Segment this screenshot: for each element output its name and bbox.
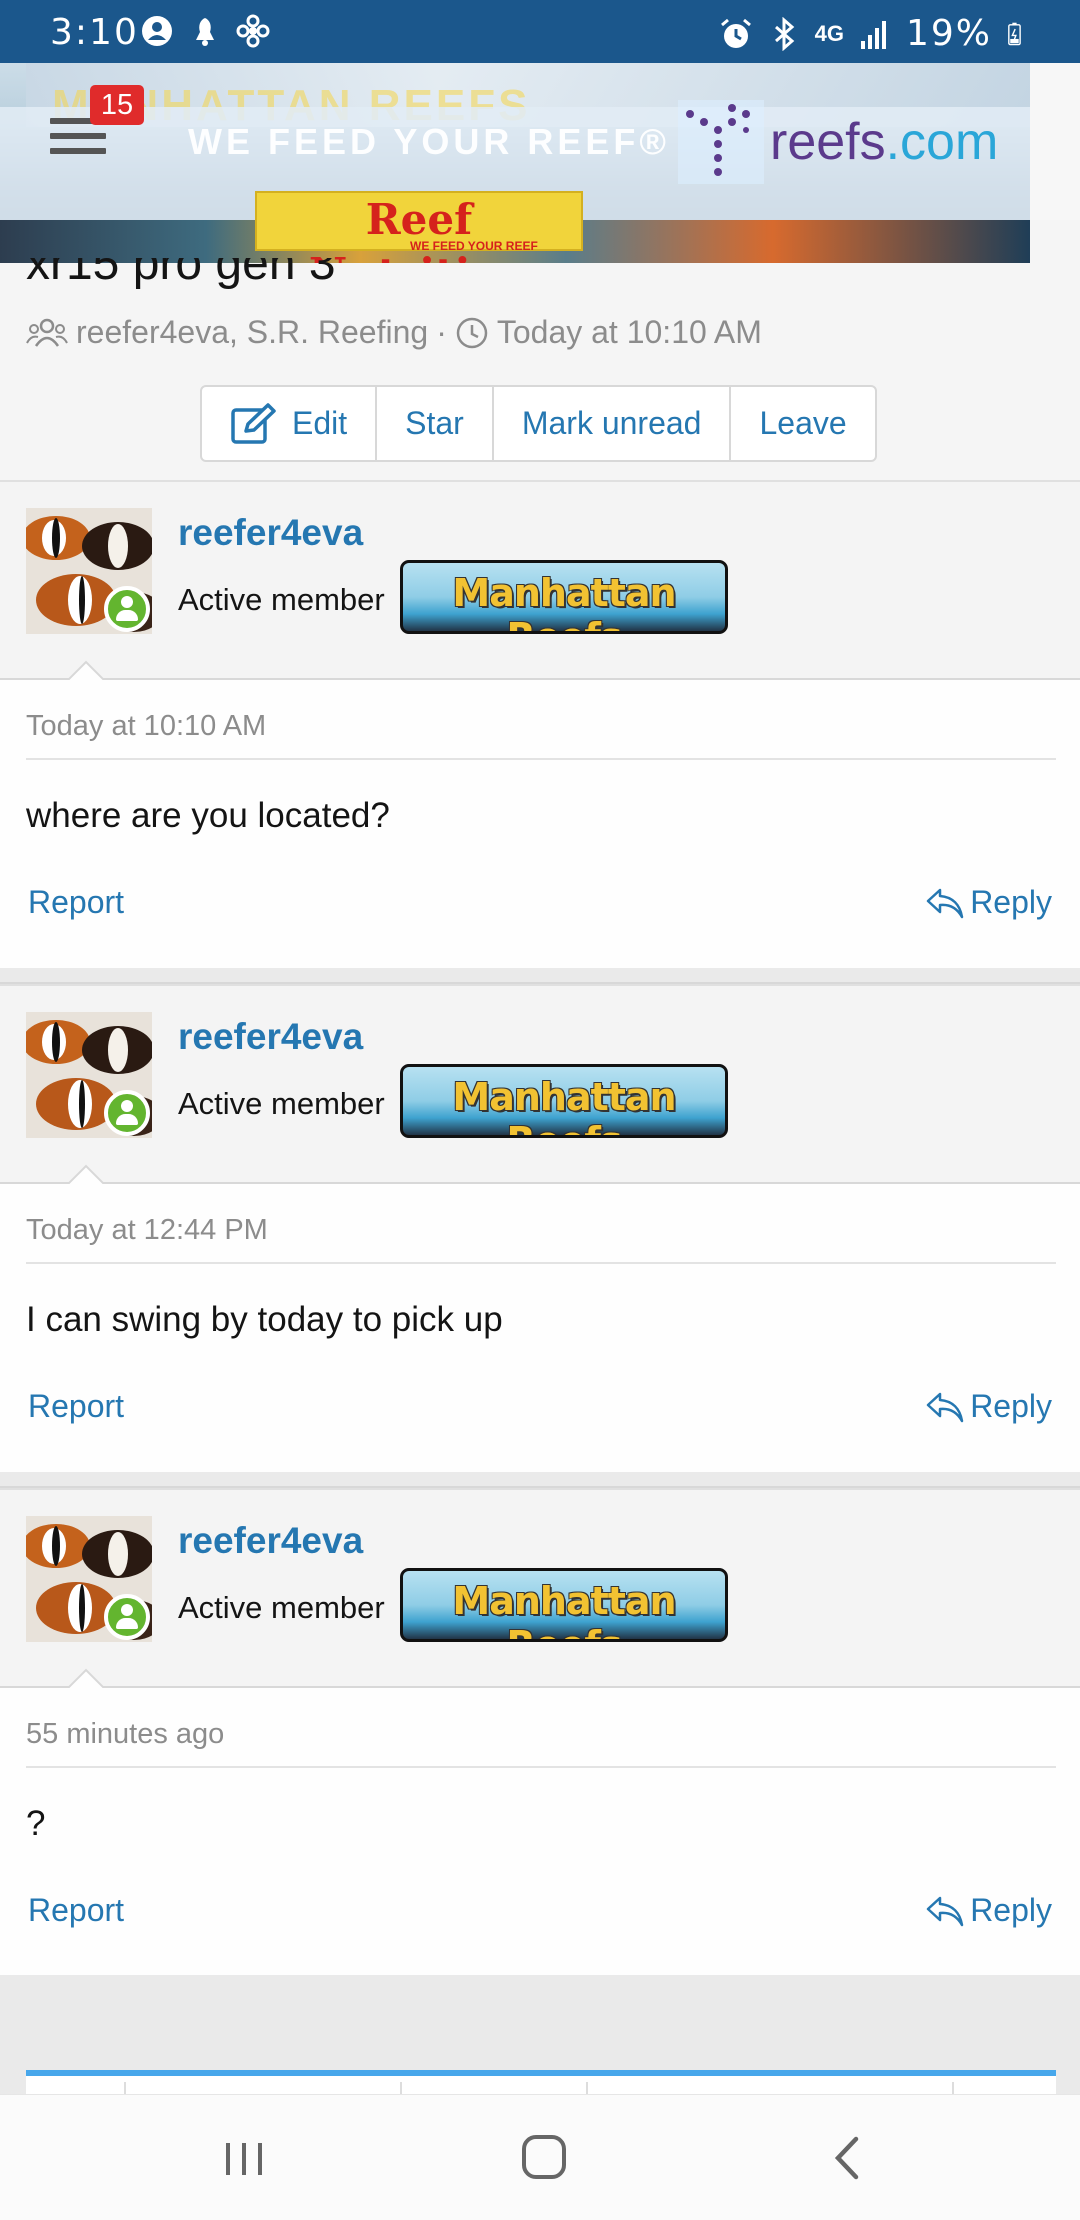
- notification-badge[interactable]: 15: [90, 85, 144, 125]
- message-date[interactable]: 55 minutes ago: [26, 1718, 224, 1751]
- ad-tagline: WE FEED YOUR REEF®: [188, 121, 670, 162]
- message-content: Today at 12:44 PM I can swing by today t…: [0, 1184, 1080, 1474]
- username-link[interactable]: reefer4eva: [178, 1520, 363, 1562]
- edit-label: Edit: [292, 405, 348, 441]
- thread-participants: reefer4eva, S.R. Reefing: [76, 314, 429, 350]
- bubble-arrow-icon: [66, 660, 106, 682]
- mark-unread-label: Mark unread: [521, 405, 702, 441]
- reefs-logo-text: reefs.com: [770, 112, 998, 172]
- username-link[interactable]: reefer4eva: [178, 1016, 363, 1058]
- message-user-block: reefer4eva Active member Manhattan Reefs: [0, 984, 1080, 1184]
- message-body: ?: [26, 1804, 46, 1843]
- system-nav-bar: [0, 2094, 1080, 2220]
- user-title: Active member: [178, 1590, 385, 1625]
- reply-label: Reply: [970, 1388, 1052, 1424]
- fan-icon: [236, 14, 270, 48]
- online-status-icon: [104, 1594, 150, 1640]
- thread-actions: Edit Star Mark unread Leave: [200, 385, 877, 462]
- bubble-arrow-icon: [66, 1668, 106, 1690]
- reply-icon: [926, 888, 964, 918]
- header-edge: [1030, 63, 1080, 220]
- message-date[interactable]: Today at 12:44 PM: [26, 1214, 268, 1247]
- divider: [26, 758, 1056, 760]
- user-banner-text: Manhattan Reefs: [452, 1579, 676, 1639]
- home-icon[interactable]: [514, 2133, 574, 2183]
- report-link[interactable]: Report: [28, 1388, 124, 1425]
- menu-bar: [50, 133, 106, 139]
- message-body: I can swing by today to pick up: [26, 1300, 503, 1339]
- thread-start-time: Today at 10:10 AM: [496, 314, 762, 350]
- editor-toolbar[interactable]: [26, 2070, 1056, 2100]
- user-banner: Manhattan Reefs: [400, 1064, 728, 1138]
- message-content: Today at 10:10 AM where are you located?…: [0, 680, 1080, 970]
- ad-brand-subtitle: WE FEED YOUR REEF: [410, 239, 538, 253]
- user-banner: Manhattan Reefs: [400, 560, 728, 634]
- signal-icon: [860, 20, 886, 49]
- reply-button[interactable]: Reply: [926, 1892, 1052, 1929]
- mark-unread-button[interactable]: Mark unread: [494, 387, 732, 460]
- lte-icon: 4G: [814, 20, 844, 46]
- leave-button[interactable]: Leave: [731, 387, 874, 460]
- status-icons-left: [140, 14, 270, 48]
- report-link[interactable]: Report: [28, 884, 124, 921]
- reply-label: Reply: [970, 1892, 1052, 1928]
- recent-apps-icon[interactable]: [214, 2133, 274, 2183]
- edit-button[interactable]: Edit: [202, 387, 378, 460]
- logo-word: reefs: [770, 113, 886, 171]
- notification-icon: [196, 18, 214, 46]
- divider: [26, 1262, 1056, 1264]
- menu-button[interactable]: [50, 118, 106, 166]
- status-time: 3:10: [50, 12, 139, 53]
- reply-button[interactable]: Reply: [926, 884, 1052, 921]
- account-icon: [142, 16, 172, 46]
- divider: [26, 1766, 1056, 1768]
- battery-percent: 19%: [905, 13, 992, 54]
- message-user-block: reefer4eva Active member Manhattan Reefs: [0, 1488, 1080, 1688]
- online-status-icon: [104, 586, 150, 632]
- menu-bar: [50, 148, 106, 154]
- star-button[interactable]: Star: [377, 387, 494, 460]
- battery-icon: [1008, 22, 1021, 45]
- leave-label: Leave: [759, 405, 847, 441]
- message-separator: [0, 968, 1080, 984]
- message-user-block: reefer4eva Active member Manhattan Reefs: [0, 480, 1080, 680]
- online-status-icon: [104, 1090, 150, 1136]
- user-banner-text: Manhattan Reefs: [452, 571, 676, 631]
- message-separator: [0, 1472, 1080, 1488]
- reefs-logo-icon: [678, 100, 764, 184]
- message-date[interactable]: Today at 10:10 AM: [26, 710, 266, 743]
- participants-icon: [26, 318, 68, 347]
- user-title: Active member: [178, 582, 385, 617]
- user-banner: Manhattan Reefs: [400, 1568, 728, 1642]
- alarm-icon: [720, 18, 751, 48]
- user-banner-text: Manhattan Reefs: [452, 1075, 676, 1135]
- user-title: Active member: [178, 1086, 385, 1121]
- back-icon[interactable]: [818, 2133, 878, 2183]
- message-body: where are you located?: [26, 796, 390, 835]
- report-link[interactable]: Report: [28, 1892, 124, 1929]
- bluetooth-icon: [774, 16, 794, 51]
- edit-icon: [231, 402, 276, 444]
- meta-separator: ·: [436, 314, 447, 350]
- logo-domain: .com: [885, 113, 999, 171]
- username-link[interactable]: reefer4eva: [178, 512, 363, 554]
- reply-label: Reply: [970, 884, 1052, 920]
- reply-icon: [926, 1896, 964, 1926]
- reply-icon: [926, 1392, 964, 1422]
- status-bar: 3:10 4G 19%: [0, 0, 1080, 63]
- bubble-arrow-icon: [66, 1164, 106, 1186]
- status-icons-right: 4G 19%: [719, 13, 1030, 54]
- reefs-logo[interactable]: reefs.com: [678, 100, 1030, 184]
- clock-icon: [456, 317, 488, 348]
- thread-meta: reefer4eva, S.R. Reefing · Today at 10:1…: [26, 314, 762, 351]
- message-content: 55 minutes ago ? Report Reply: [0, 1688, 1080, 1978]
- star-label: Star: [405, 405, 464, 441]
- reply-button[interactable]: Reply: [926, 1388, 1052, 1425]
